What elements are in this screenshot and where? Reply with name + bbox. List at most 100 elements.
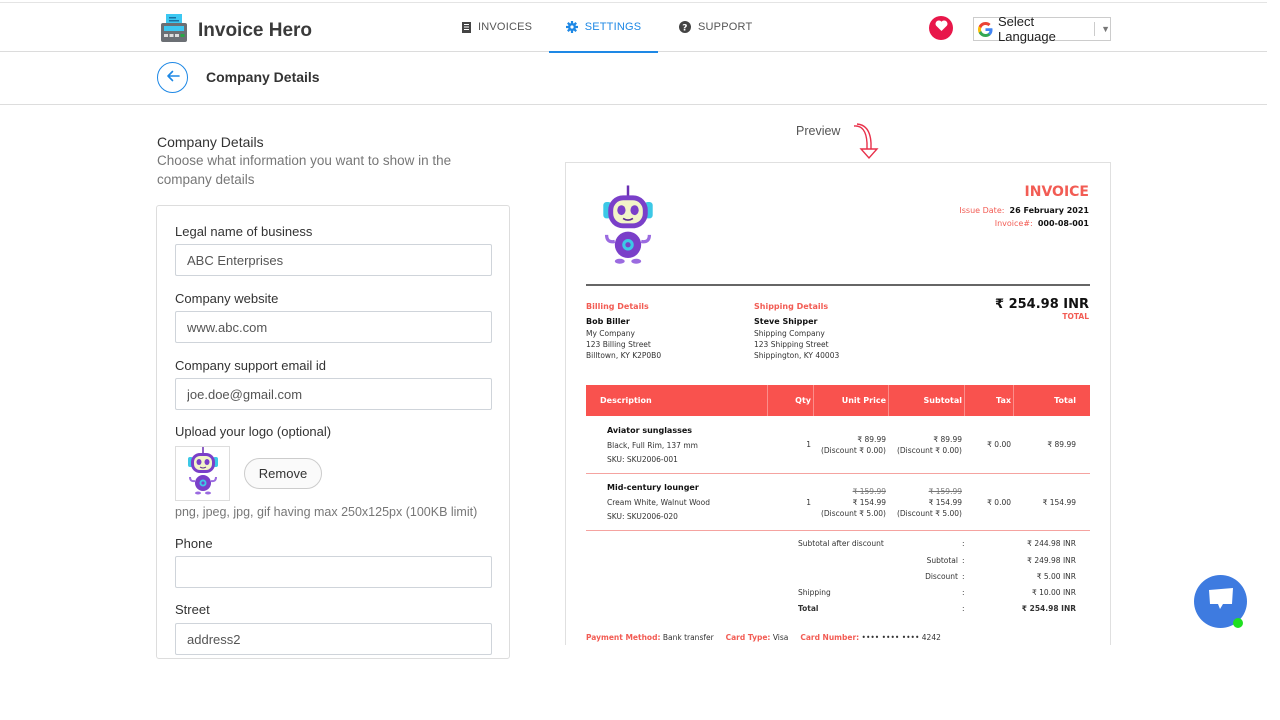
column-unit-price: Unit Price [841,396,886,405]
tab-settings-label: SETTINGS [584,21,642,33]
item-description: Mid-century lounger Cream White, Walnut … [607,481,710,525]
item-tax: ₹ 0.00 [987,440,1011,449]
subtotal: ₹ 154.99 [928,498,962,507]
tab-support-label: SUPPORT [698,21,753,33]
logo-hint: png, jpeg, jpg, gif having max 250x125px… [175,505,478,519]
subtotal-after-discount-label: Subtotal after discount [798,539,884,548]
colon: : [962,556,965,565]
shipping-heading: Shipping Details [754,302,829,311]
question-icon: ? [679,21,691,33]
legal-name-input[interactable] [175,244,492,276]
tab-support[interactable]: ? SUPPORT [679,3,752,51]
item-name: Aviator sunglasses [607,426,693,435]
page-title: Company Details [206,69,320,85]
invoice-number-value: 000-08-001 [1037,219,1089,228]
colon: : [962,588,965,597]
total-label: Total [798,604,819,613]
svg-text:?: ? [682,24,687,34]
street-label: Street [175,602,210,617]
language-select-label: Select Language [998,14,1056,44]
tab-settings[interactable]: SETTINGS [549,3,658,53]
column-qty: Qty [795,396,811,405]
discount-value: ₹ 5.00 INR [1036,572,1076,581]
column-tax: Tax [996,396,1011,405]
heart-button[interactable] [929,16,953,40]
robot-logo-icon [600,185,656,269]
subtotal-discount: (Discount ₹ 0.00) [896,446,962,455]
phone-input[interactable] [175,556,492,588]
chat-bubble-icon [1207,586,1235,617]
shipping-line: Shippington, KY 40003 [754,351,840,360]
divider [813,385,814,416]
street-input[interactable] [175,623,492,655]
document-icon [462,21,471,33]
section-title: Company Details [157,134,264,150]
unit-discount: (Discount ₹ 0.00) [820,446,886,455]
phone-label: Phone [175,536,213,551]
divider [1013,385,1014,416]
invoice-number-label: Invoice#: [994,219,1033,228]
subtotal-label: Subtotal [926,556,958,565]
billing-name: Bob Biller [586,317,630,326]
billing-heading: Billing Details [586,302,649,311]
brand[interactable]: Invoice Hero [160,13,312,48]
item-tax: ₹ 0.00 [987,498,1011,507]
item-subtotal: ₹ 89.99 (Discount ₹ 0.00) [897,434,962,456]
item-sku: SKU: SKU2006-020 [607,512,678,521]
item-description: Aviator sunglasses Black, Full Rim, 137 … [607,424,698,468]
item-subtotal: ₹ 159.99 ₹ 154.99 (Discount ₹ 5.00) [897,486,962,519]
language-select[interactable]: Select Language ▼ [973,14,1111,44]
arrow-left-icon [166,69,180,87]
item-unit-price: ₹ 159.99 ₹ 154.99 (Discount ₹ 5.00) [821,486,886,519]
heart-icon [935,19,948,37]
card-number-label: Card Number: [800,633,860,642]
total-value: ₹ 254.98 INR [1021,604,1076,613]
legal-name-label: Legal name of business [175,224,313,239]
card-type-label: Card Type: [725,633,771,642]
subtotal: ₹ 89.99 [933,435,962,444]
table-row: Mid-century lounger Cream White, Walnut … [586,481,1090,531]
item-sku: SKU: SKU2006-001 [607,455,678,464]
payment-info: Payment Method: Bank transfer Card Type:… [586,633,941,642]
shipping-label: Shipping [798,588,831,597]
invoice-machine-logo-icon [160,13,188,48]
remove-logo-button[interactable]: Remove [244,458,322,489]
tab-invoices[interactable]: INVOICES [462,3,532,51]
discount-label: Discount [925,572,958,581]
company-details-form: Legal name of business Company website C… [156,205,510,659]
logo-thumbnail[interactable] [175,446,230,501]
shipping-line: 123 Shipping Street [754,340,829,349]
support-email-label: Company support email id [175,358,327,373]
invoice-preview: INVOICE Issue Date: 26 February 2021 Inv… [565,162,1111,645]
items-table-header: Description Qty Unit Price Subtotal Tax … [586,385,1090,416]
item-variant: Black, Full Rim, 137 mm [607,440,698,450]
divider [586,530,1090,531]
unit-price: ₹ 89.99 [857,435,886,444]
column-description: Description [600,396,652,405]
colon: : [962,604,965,613]
divider [964,385,965,416]
colon: : [962,572,965,581]
page-header: Company Details [0,52,1267,105]
subtotal-original: ₹ 159.99 [928,487,962,496]
billing-details: Billing Details Bob Biller My Company 12… [586,301,661,361]
website-input[interactable] [175,311,492,343]
back-button[interactable] [157,62,188,93]
item-variant: Cream White, Walnut Wood [607,497,710,507]
section-description: Choose what information you want to show… [157,153,452,187]
divider [767,385,768,416]
billing-line: Billtown, KY K2P0B0 [586,351,662,360]
app-name: Invoice Hero [198,19,313,41]
subtotal-value: ₹ 249.98 INR [1027,556,1076,565]
top-navbar: Invoice Hero INVOICES SETTINGS ? SUPPORT [0,2,1267,53]
item-total: ₹ 154.99 [1042,498,1076,507]
item-qty: 1 [806,498,811,507]
online-status-indicator [1233,618,1243,628]
subtotal-after-discount-value: ₹ 244.98 INR [1027,539,1076,548]
payment-method-label: Payment Method: [586,633,661,642]
support-email-input[interactable] [175,378,492,410]
grand-total-amount: ₹ 254.98 INR [995,297,1089,312]
grand-total: ₹ 254.98 INR TOTAL [995,297,1089,321]
column-total: Total [1054,396,1076,405]
item-total: ₹ 89.99 [1047,440,1076,449]
